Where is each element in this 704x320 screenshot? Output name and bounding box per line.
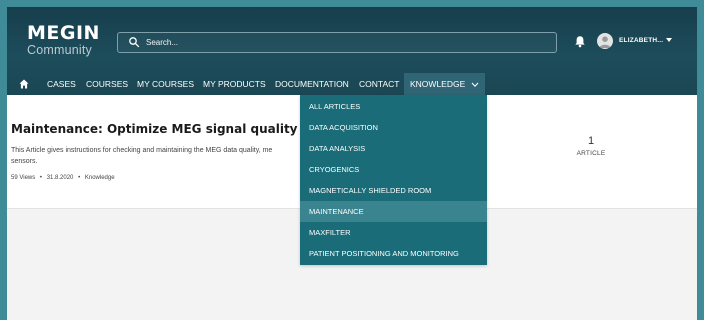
- user-name[interactable]: ELIZABETH...: [619, 37, 663, 44]
- avatar[interactable]: [597, 33, 613, 49]
- article-date: 31.8.2020: [46, 175, 74, 181]
- megin-community-logo[interactable]: MEGIN Community: [27, 24, 100, 57]
- nav-cases[interactable]: CASES: [47, 73, 76, 95]
- nav-contact[interactable]: CONTACT: [359, 73, 399, 95]
- nav-my-courses[interactable]: MY COURSES: [137, 73, 194, 95]
- menu-item-maxfilter[interactable]: MAXFILTER: [300, 222, 487, 243]
- article-count: 1: [587, 135, 595, 147]
- article-meta: 59 Views • 31.8.2020 • Knowledge: [11, 175, 115, 181]
- nav-knowledge-label: KNOWLEDGE: [410, 79, 466, 89]
- search-input[interactable]: [146, 34, 546, 50]
- meta-separator: •: [39, 175, 43, 181]
- main-nav: CASES COURSES MY COURSES MY PRODUCTS DOC…: [7, 73, 697, 95]
- menu-item-magnetically-shielded-room[interactable]: MAGNETICALLY SHIELDED ROOM: [300, 180, 487, 201]
- article-description: This Article gives instructions for chec…: [11, 147, 273, 154]
- menu-item-all-articles[interactable]: ALL ARTICLES: [300, 96, 487, 117]
- chevron-down-icon: [471, 82, 479, 87]
- nav-knowledge[interactable]: KNOWLEDGE: [404, 73, 485, 95]
- article-count-label: ARTICLE: [576, 150, 606, 157]
- menu-item-patient-positioning[interactable]: PATIENT POSITIONING AND MONITORING: [300, 243, 487, 264]
- menu-item-maintenance[interactable]: MAINTENANCE: [300, 201, 487, 222]
- search-icon: [129, 37, 140, 48]
- menu-item-cryogenics[interactable]: CRYOGENICS: [300, 159, 487, 180]
- article-title[interactable]: Maintenance: Optimize MEG signal quality: [11, 122, 298, 136]
- knowledge-dropdown-menu: ALL ARTICLES DATA ACQUISITION DATA ANALY…: [300, 95, 487, 265]
- bell-icon[interactable]: [574, 35, 586, 48]
- header: MEGIN Community ELIZABETH...: [7, 7, 697, 95]
- menu-item-data-acquisition[interactable]: DATA ACQUISITION: [300, 117, 487, 138]
- page: MEGIN Community ELIZABETH...: [7, 7, 697, 320]
- logo-subtitle: Community: [27, 43, 93, 57]
- search-box[interactable]: [117, 32, 557, 53]
- caret-down-icon[interactable]: [666, 38, 672, 43]
- article-views: 59 Views: [11, 175, 36, 181]
- nav-my-products[interactable]: MY PRODUCTS: [203, 73, 266, 95]
- nav-courses[interactable]: COURSES: [86, 73, 128, 95]
- nav-documentation[interactable]: DOCUMENTATION: [275, 73, 349, 95]
- article-description-continued: sensors.: [11, 158, 38, 165]
- article-category[interactable]: Knowledge: [85, 175, 115, 181]
- home-icon[interactable]: [19, 79, 29, 89]
- user-icon: [599, 36, 611, 48]
- logo-wordmark: MEGIN: [27, 22, 100, 44]
- menu-item-data-analysis[interactable]: DATA ANALYSIS: [300, 138, 487, 159]
- meta-separator: •: [78, 175, 81, 181]
